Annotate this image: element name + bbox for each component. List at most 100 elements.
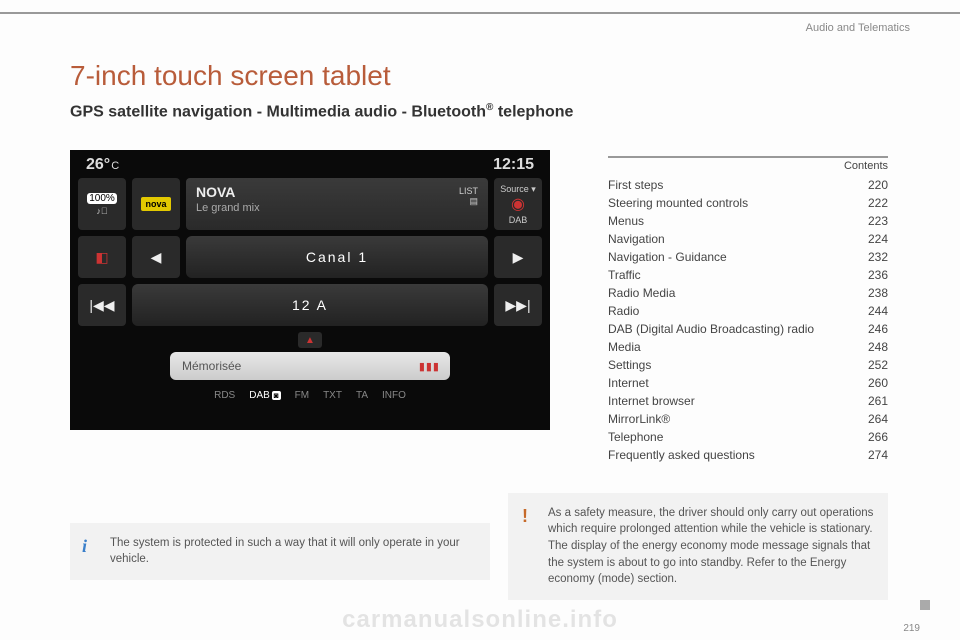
channel-display[interactable]: Canal 1 [186,236,488,278]
toc-label: Navigation - Guidance [608,248,727,266]
toc-row: Radio 244 [608,302,888,320]
tablet-row-1: 100% ♪⃠ nova NOVA Le grand mix LIST▤ Sou… [70,178,550,230]
tablet-status-bar: 26°C 12:15 [70,150,550,178]
toc-label: First steps [608,176,663,194]
toc-row: Telephone 266 [608,428,888,446]
toc-row: MirrorLink® 264 [608,410,888,428]
prev-button[interactable]: ◀ [132,236,180,278]
mute-button[interactable]: 100% ♪⃠ [78,178,126,230]
station-tagline: Le grand mix [196,202,478,214]
top-rule [0,12,960,14]
toc-label: Radio [608,302,639,320]
toc-row: Navigation - Guidance 232 [608,248,888,266]
toc-page: 252 [868,356,888,374]
toc-page: 261 [868,392,888,410]
mute-icon: ♪⃠ [96,206,107,216]
warning-note-text: As a safety measure, the driver should o… [548,507,873,586]
section-header: Audio and Telematics [806,22,910,34]
station-panel[interactable]: NOVA Le grand mix LIST▤ [186,178,488,230]
toc-row: Media248 [608,338,888,356]
next-button[interactable]: ▶ [494,236,542,278]
toc-rule [608,156,888,158]
station-logo-tile[interactable]: nova [132,178,180,230]
toc-page: 236 [868,266,888,284]
mode-txt[interactable]: TXT [323,390,342,401]
temperature: 26°C [86,156,119,174]
toc-page: 232 [868,248,888,266]
toc-page: 244 [868,302,888,320]
tablet-row-3: |◀◀ 12 A ▶▶| [70,278,550,326]
mode-info[interactable]: INFO [382,390,406,401]
mode-dab[interactable]: DAB◙ [249,390,280,401]
expand-up-button[interactable]: ▲ [298,332,322,348]
mode-fm[interactable]: FM [295,390,309,401]
toc-page: 264 [868,410,888,428]
list-label: LIST [459,186,478,196]
equalizer-icon: ▮▮▮ [419,360,440,373]
toc-page: 222 [868,194,888,212]
info-icon: i [82,533,87,559]
tablet-row-2: ◧ ◀ Canal 1 ▶ [70,230,550,278]
info-note-text: The system is protected in such a way th… [110,537,460,566]
preset-bar[interactable]: Mémorisée ▮▮▮ [170,352,450,380]
source-button[interactable]: Source ▾ ◉ DAB [494,178,542,230]
toc-page: 246 [868,320,888,338]
toc-label: Internet browser [608,392,695,410]
toc-label: Navigation [608,230,665,248]
ensemble-display[interactable]: 12 A [132,284,488,326]
toc-row: Internet browser 261 [608,392,888,410]
toc-label: Traffic [608,266,641,284]
mode-dab-label: DAB [249,390,270,401]
toc-row: Traffic 236 [608,266,888,284]
toc-row: Steering mounted controls 222 [608,194,888,212]
toc-page: 220 [868,176,888,194]
toc-page: 266 [868,428,888,446]
clock: 12:15 [493,156,534,174]
toc-label: Radio Media [608,284,675,302]
corner-marker [920,600,930,610]
source-label: Source ▾ [500,184,536,195]
toc-label: DAB (Digital Audio Broadcasting) radio [608,320,814,338]
toc-row: Settings 252 [608,356,888,374]
toc-page: 223 [868,212,888,230]
page-title: 7-inch touch screen tablet [70,60,391,92]
station-name: NOVA [196,184,478,200]
subtitle-pre: GPS satellite navigation - Multimedia au… [70,103,486,120]
page-number: 219 [903,623,920,634]
tablet-row-4: ▲ [70,326,550,348]
list-button[interactable]: LIST▤ [459,186,478,207]
station-logo: nova [141,197,170,211]
toc-page: 260 [868,374,888,392]
watermark: carmanualsonline.info [0,606,960,634]
ensemble-label: 12 A [292,297,328,313]
marker-button[interactable]: ◧ [78,236,126,278]
toc-row: Frequently asked questions274 [608,446,888,464]
tablet-screenshot: 26°C 12:15 100% ♪⃠ nova NOVA Le grand mi… [70,150,550,430]
toc-row: Radio Media238 [608,284,888,302]
warning-note: ! As a safety measure, the driver should… [508,493,888,600]
toc-label: Settings [608,356,651,374]
toc-page: 248 [868,338,888,356]
seek-next-button[interactable]: ▶▶| [494,284,542,326]
toc-row: Menus 223 [608,212,888,230]
antenna-icon: ◉ [511,197,525,213]
toc-page: 224 [868,230,888,248]
toc-label: Menus [608,212,644,230]
dab-chip-icon: ◙ [272,391,281,400]
page-subtitle: GPS satellite navigation - Multimedia au… [70,102,573,121]
channel-label: Canal 1 [306,249,368,265]
toc-row: First steps 220 [608,176,888,194]
source-mode: DAB [509,215,528,225]
mode-ta[interactable]: TA [356,390,368,401]
toc-label: Telephone [608,428,663,446]
subtitle-post: telephone [493,103,573,120]
seek-prev-button[interactable]: |◀◀ [78,284,126,326]
toc-label: Internet [608,374,649,392]
toc-label: MirrorLink® [608,410,670,428]
info-note: i The system is protected in such a way … [70,523,490,580]
mode-rds[interactable]: RDS [214,390,235,401]
toc-page: 274 [868,446,888,464]
radio-mode-row: RDS DAB◙ FM TXT TA INFO [70,390,550,401]
volume-badge: 100% [87,193,117,204]
toc-label: Steering mounted controls [608,194,748,212]
